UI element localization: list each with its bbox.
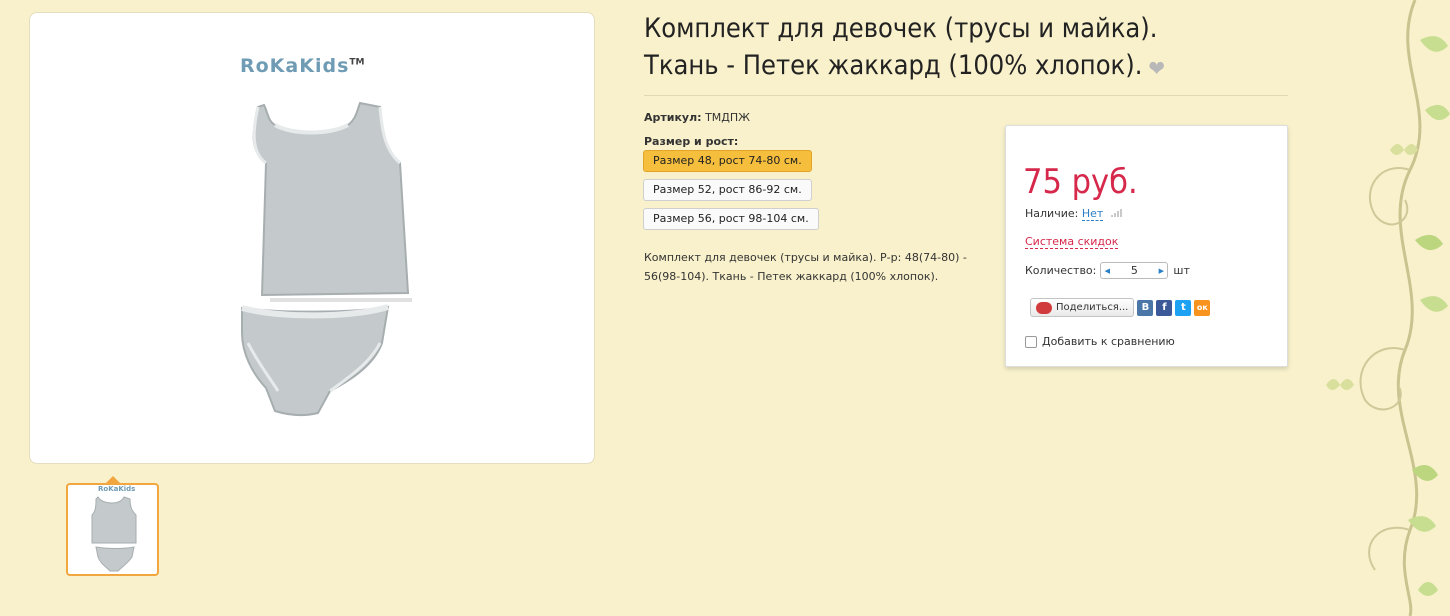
- facebook-icon[interactable]: f: [1156, 299, 1173, 316]
- odnoklassniki-icon[interactable]: ок: [1194, 299, 1211, 316]
- share-bubble-icon: [1036, 301, 1052, 314]
- compare-checkbox[interactable]: [1025, 335, 1037, 348]
- quantity-increase-icon[interactable]: ▶: [1155, 267, 1167, 275]
- sku-value: ТМДПЖ: [705, 111, 750, 124]
- sku-row: Артикул: ТМДПЖ: [644, 111, 750, 124]
- share-button[interactable]: Поделиться...: [1030, 298, 1135, 317]
- size-option-56[interactable]: Размер 56, рост 98-104 см.: [643, 208, 819, 230]
- compare-label: Добавить к сравнению: [1042, 335, 1175, 348]
- sku-label: Артикул:: [644, 111, 702, 124]
- availability-label: Наличие:: [1025, 207, 1079, 220]
- availability-row: Наличие: Нет: [1025, 207, 1122, 221]
- description-line2: 56(98-104). Ткань - Петек жаккард (100% …: [644, 270, 939, 283]
- share-row: Поделиться... В f t ок: [1030, 298, 1211, 317]
- size-label: Размер и рост:: [644, 135, 739, 148]
- quantity-input[interactable]: 5: [1113, 264, 1155, 277]
- quantity-label: Количество:: [1025, 264, 1097, 277]
- share-label: Поделиться...: [1056, 302, 1129, 313]
- quantity-decrease-icon[interactable]: ◀: [1101, 267, 1113, 275]
- stock-signal-icon: [1110, 209, 1122, 217]
- vk-icon[interactable]: В: [1137, 299, 1154, 316]
- product-title-line2: Ткань - Петек жаккард (100% хлопок).: [644, 50, 1143, 81]
- product-description: Комплект для девочек (трусы и майка). Р-…: [644, 248, 994, 286]
- product-image-panel[interactable]: RoKaKidsTM: [29, 12, 595, 464]
- heart-icon[interactable]: ❤: [1148, 51, 1165, 88]
- product-thumbnail[interactable]: RoKaKids: [66, 483, 159, 576]
- product-image: [241, 101, 412, 417]
- compare-row[interactable]: Добавить к сравнению: [1025, 335, 1175, 348]
- discount-system-link[interactable]: Система скидок: [1025, 235, 1119, 249]
- quantity-unit: шт: [1173, 264, 1190, 277]
- size-option-48[interactable]: Размер 48, рост 74-80 см.: [643, 150, 812, 172]
- product-title-line1: Комплект для девочек (трусы и майка).: [644, 13, 1158, 44]
- price: 75 руб.: [1023, 162, 1138, 202]
- product-title: Комплект для девочек (трусы и майка). Тк…: [644, 10, 1284, 88]
- title-divider: [644, 95, 1288, 96]
- decorative-vine: [1326, 0, 1450, 616]
- twitter-icon[interactable]: t: [1175, 299, 1192, 316]
- quantity-row: Количество: ◀ 5 ▶ шт: [1025, 262, 1190, 279]
- quantity-stepper[interactable]: ◀ 5 ▶: [1100, 262, 1169, 279]
- thumbnail-pointer: [106, 476, 120, 483]
- size-option-52[interactable]: Размер 52, рост 86-92 см.: [643, 179, 812, 201]
- thumbnail-image: [91, 496, 137, 572]
- description-line1: Комплект для девочек (трусы и майка). Р-…: [644, 251, 967, 264]
- availability-value[interactable]: Нет: [1081, 207, 1104, 221]
- buy-box: 75 руб. Наличие: Нет Система скидок Коли…: [1005, 125, 1288, 367]
